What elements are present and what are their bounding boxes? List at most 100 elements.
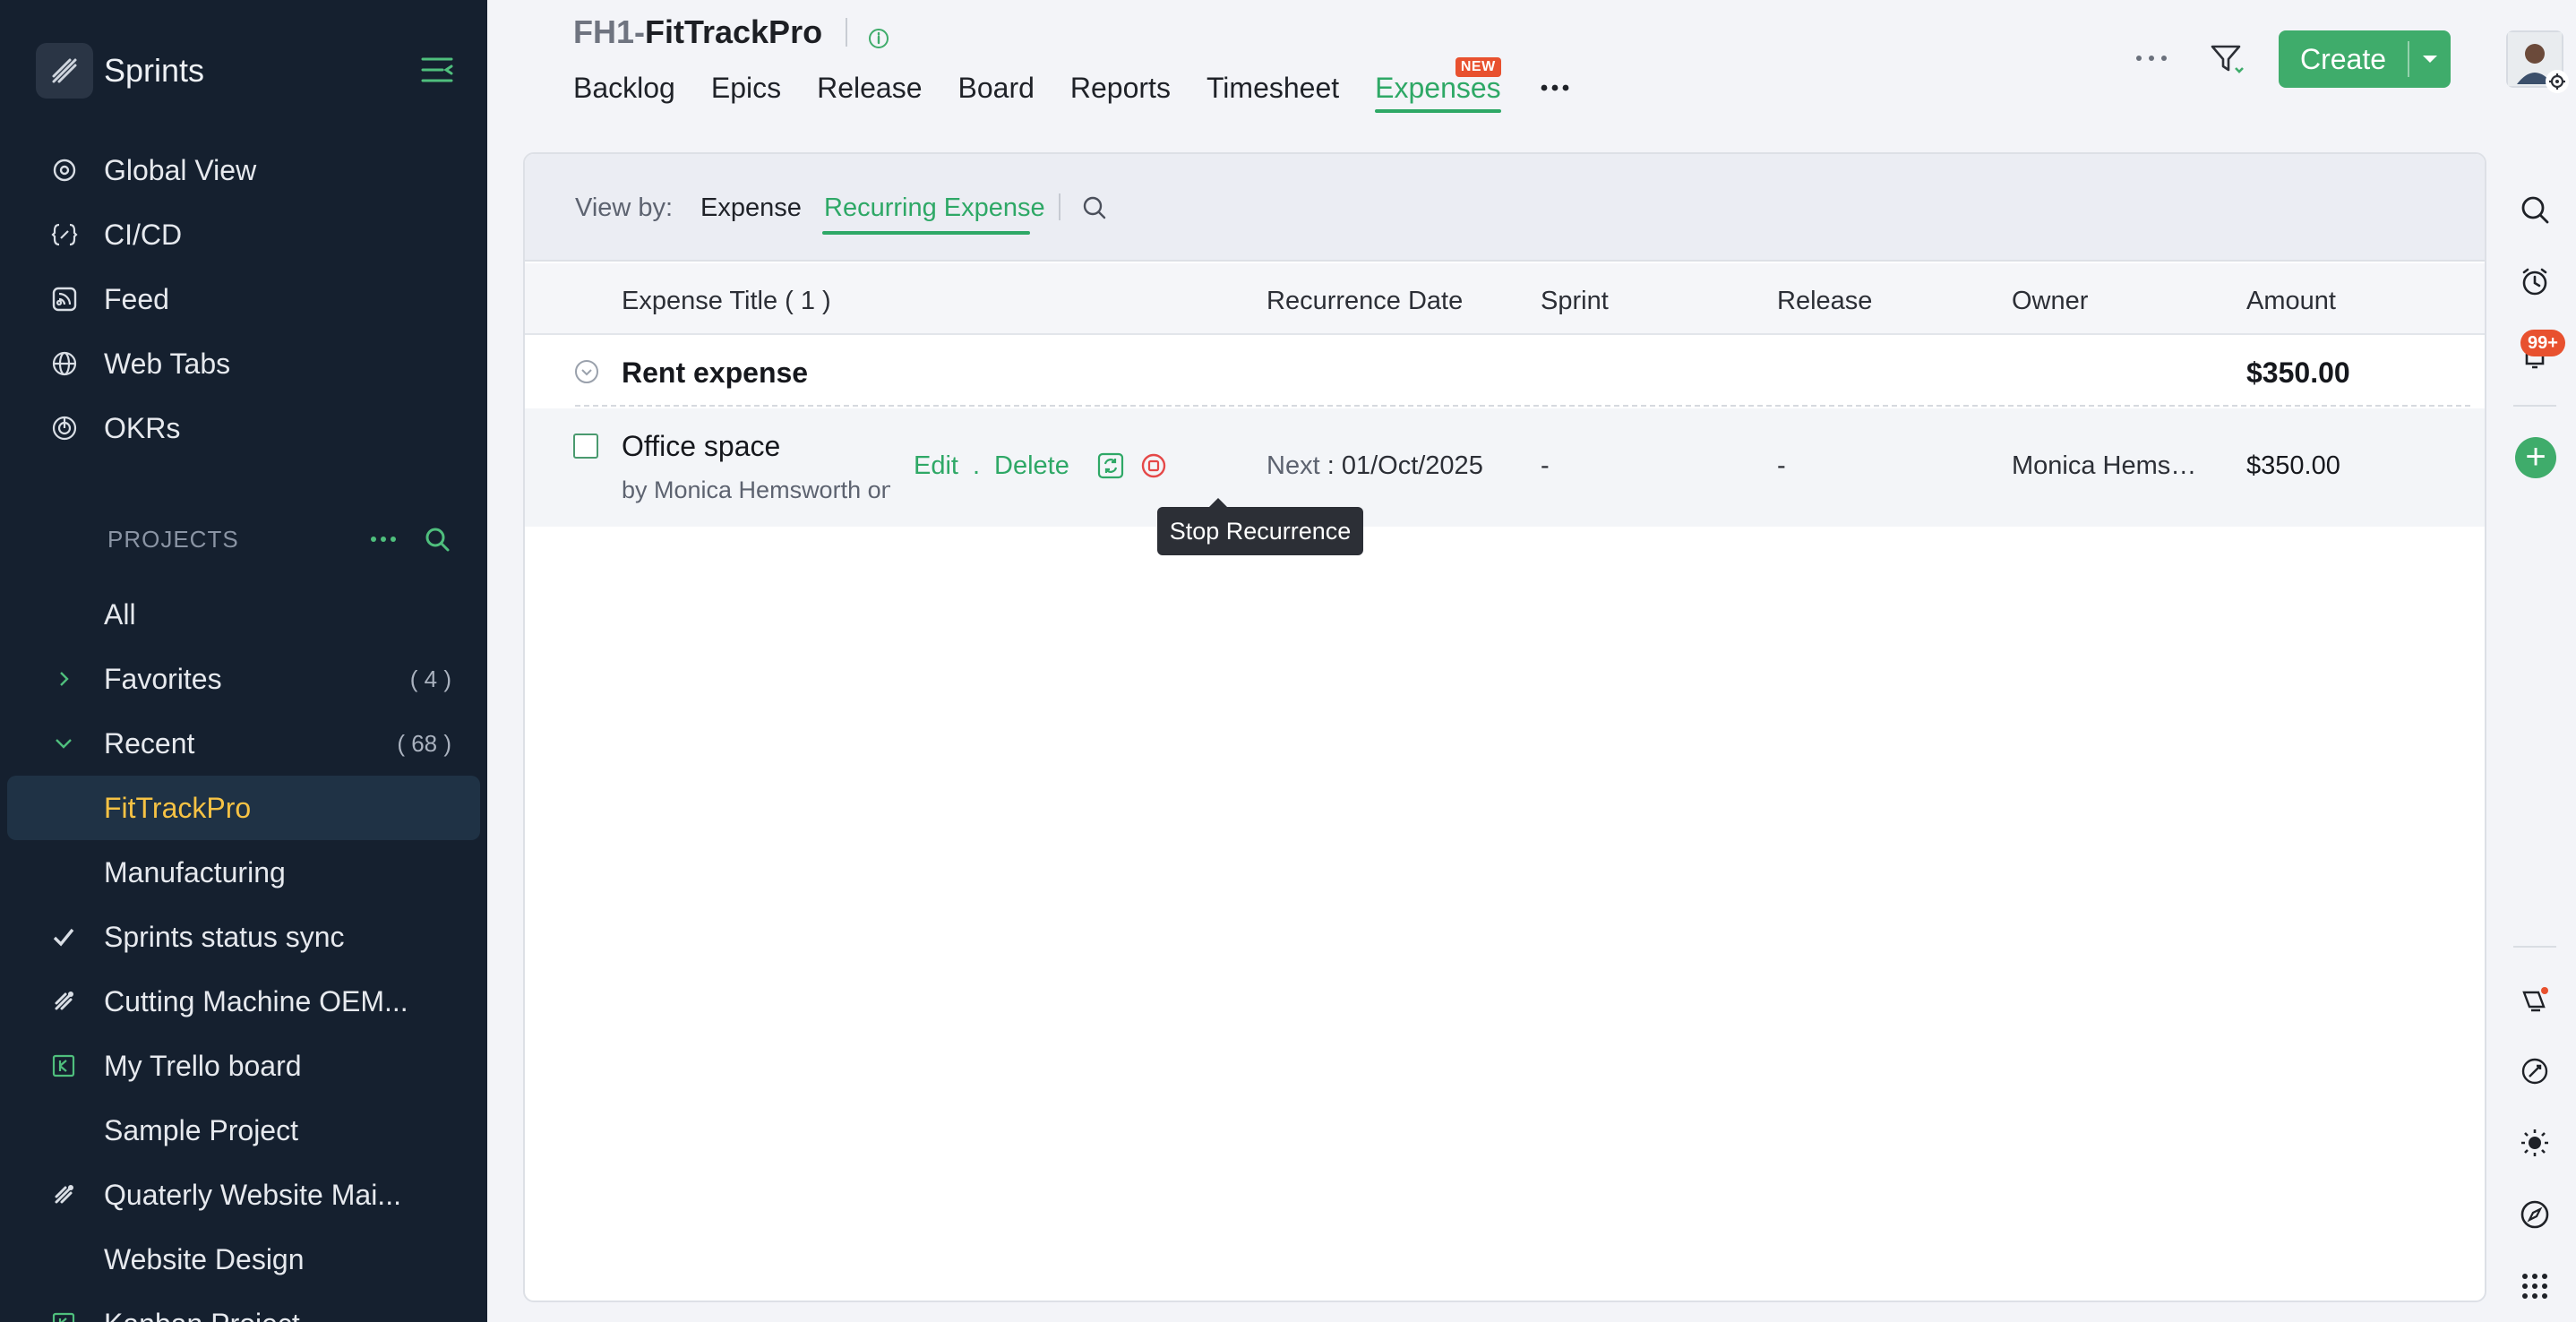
sidebar-item-label: Feed (104, 282, 169, 315)
recurrence-icon[interactable] (1096, 451, 1125, 480)
project-item-manufacturing[interactable]: Manufacturing (0, 840, 487, 905)
expenses-panel: View by: Expense Recurring Expense Expen… (523, 152, 2486, 1302)
add-icon[interactable]: + (2515, 437, 2556, 478)
project-tabs: Backlog Epics Release Board Reports Time… (573, 57, 1573, 113)
integrations-icon[interactable] (2517, 1053, 2553, 1089)
rail-divider (2513, 405, 2556, 407)
row-checkbox[interactable] (573, 434, 598, 459)
project-label: Favorites (104, 662, 222, 695)
column-release[interactable]: Release (1777, 287, 1872, 316)
project-item-sprints-status-sync[interactable]: Sprints status sync (0, 905, 487, 969)
recurrence-date: Next : 01/Oct/2025 (1267, 451, 1483, 481)
more-options-icon[interactable] (369, 528, 398, 550)
ci-cd-icon (50, 220, 79, 249)
sidebar-item-web-tabs[interactable]: Web Tabs (0, 331, 487, 396)
more-tabs-icon[interactable] (1537, 68, 1573, 113)
view-option-recurring-expense[interactable]: Recurring Expense (824, 193, 1045, 223)
column-amount[interactable]: Amount (2246, 287, 2336, 316)
next-label: Next (1267, 451, 1320, 480)
project-item-favorites[interactable]: Favorites ( 4 ) (0, 647, 487, 711)
tab-reports[interactable]: Reports (1070, 68, 1171, 113)
project-item-recent[interactable]: Recent ( 68 ) (0, 711, 487, 776)
right-rail: 99+ + (2494, 143, 2576, 1322)
sidebar-item-label: Web Tabs (104, 347, 231, 380)
apps-grid-icon[interactable] (2517, 1268, 2553, 1304)
rocket-icon (50, 1181, 77, 1208)
project-item-quaterly-website[interactable]: Quaterly Website Mai... (0, 1163, 487, 1227)
sidebar: Sprints Global View CI/CD Feed Web Tabs … (0, 0, 487, 1322)
create-button[interactable]: Create (2279, 30, 2451, 88)
project-item-website-design[interactable]: Website Design (0, 1227, 487, 1292)
project-item-fittrackpro[interactable]: FitTrackPro (7, 776, 480, 840)
column-recurrence-date[interactable]: Recurrence Date (1267, 287, 1463, 316)
sidebar-item-global-view[interactable]: Global View (0, 138, 487, 202)
view-by-bar: View by: Expense Recurring Expense (525, 154, 2485, 262)
sprints-logo-icon (36, 43, 93, 99)
global-view-icon (50, 156, 79, 185)
column-expense-title[interactable]: Expense Title ( 1 ) (622, 287, 831, 316)
announcement-icon[interactable] (2517, 982, 2553, 1017)
edit-link[interactable]: Edit (914, 451, 958, 481)
sidebar-item-label: CI/CD (104, 218, 183, 251)
project-label: Quaterly Website Mai... (104, 1178, 401, 1211)
project-label: FitTrackPro (104, 791, 252, 824)
tab-release[interactable]: Release (817, 68, 922, 113)
project-label: Manufacturing (104, 855, 286, 888)
tab-backlog[interactable]: Backlog (573, 68, 675, 113)
project-item-cutting-machine[interactable]: Cutting Machine OEM... (0, 969, 487, 1034)
project-item-all[interactable]: All (0, 582, 487, 647)
sidebar-item-feed[interactable]: Feed (0, 267, 487, 331)
row-owner[interactable]: Monica Hemsw... (2012, 451, 2209, 481)
sidebar-nav: Global View CI/CD Feed Web Tabs OKRs (0, 138, 487, 460)
sidebar-item-label: OKRs (104, 411, 181, 444)
settings-gear-icon[interactable] (2546, 70, 2569, 93)
project-prefix: FH1- (573, 13, 645, 50)
project-label: Sprints status sync (104, 920, 345, 953)
tab-expenses[interactable]: Expenses NEW (1375, 57, 1501, 113)
view-option-expense[interactable]: Expense (700, 193, 802, 223)
info-icon[interactable] (867, 21, 890, 48)
project-item-sample-project[interactable]: Sample Project (0, 1098, 487, 1163)
filter-icon[interactable] (2207, 39, 2246, 79)
project-item-kanban-project[interactable]: Kanban Project (0, 1292, 487, 1322)
tab-epics[interactable]: Epics (711, 68, 781, 113)
collapse-group-icon[interactable] (573, 358, 600, 385)
delete-link[interactable]: Delete (994, 451, 1069, 481)
stop-recurrence-tooltip: Stop Recurrence (1157, 498, 1363, 555)
next-date: : 01/Oct/2025 (1327, 451, 1483, 480)
column-owner[interactable]: Owner (2012, 287, 2088, 316)
column-sprint[interactable]: Sprint (1541, 287, 1609, 316)
project-count: ( 68 ) (397, 729, 451, 757)
table-row[interactable]: Office space by Monica Hemsworth on Edit… (525, 408, 2485, 527)
compass-icon[interactable] (2517, 1197, 2553, 1232)
user-avatar[interactable] (2506, 30, 2569, 93)
timer-icon[interactable] (2517, 263, 2553, 299)
sidebar-item-okrs[interactable]: OKRs (0, 396, 487, 460)
project-label: Recent (104, 726, 195, 760)
chevron-down-icon[interactable] (50, 730, 77, 757)
search-icon[interactable] (1080, 193, 1109, 222)
search-icon[interactable] (2517, 192, 2553, 227)
table-header: Expense Title ( 1 ) Recurrence Date Spri… (525, 263, 2485, 335)
stop-recurrence-icon[interactable] (1139, 451, 1168, 480)
expense-title[interactable]: Office space (622, 430, 780, 463)
search-projects-icon[interactable] (423, 525, 451, 554)
collapse-sidebar-icon[interactable] (419, 52, 455, 88)
sidebar-item-ci-cd[interactable]: CI/CD (0, 202, 487, 267)
theme-sun-icon[interactable] (2517, 1125, 2553, 1161)
project-label: Website Design (104, 1242, 305, 1275)
brand[interactable]: Sprints (36, 43, 204, 99)
tab-timesheet[interactable]: Timesheet (1206, 68, 1339, 113)
tab-board[interactable]: Board (958, 68, 1035, 113)
create-button-label: Create (2299, 42, 2387, 75)
row-amount: $350.00 (2246, 451, 2340, 480)
project-name[interactable]: FitTrackPro (645, 13, 822, 51)
more-options-icon[interactable] (2132, 45, 2171, 72)
kanban-icon (50, 1310, 77, 1322)
project-item-my-trello-board[interactable]: My Trello board (0, 1034, 487, 1098)
project-list: All Favorites ( 4 ) Recent ( 68 ) FitTra… (0, 582, 487, 1322)
sidebar-item-label: Global View (104, 153, 257, 186)
globe-icon (50, 349, 79, 378)
chevron-right-icon[interactable] (50, 665, 77, 692)
create-dropdown-icon[interactable] (2409, 53, 2451, 65)
